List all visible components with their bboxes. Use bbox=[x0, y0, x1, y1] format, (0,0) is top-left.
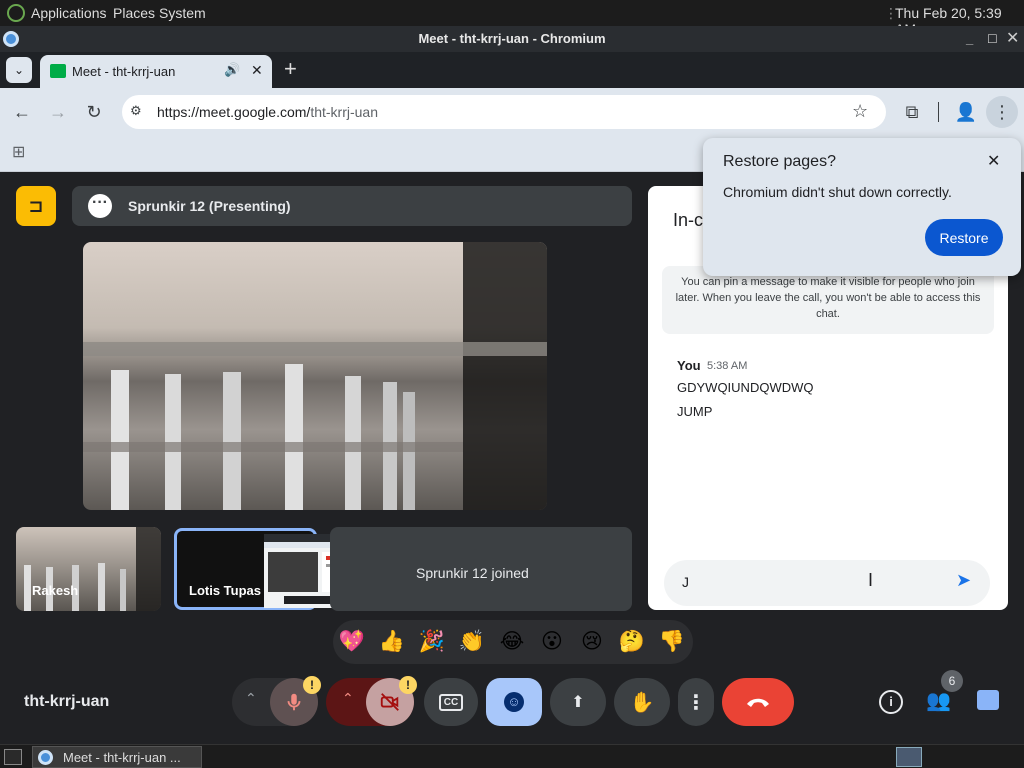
chat-input[interactable]: J I ➤ bbox=[664, 560, 990, 606]
close-window-icon[interactable]: ✕ bbox=[1006, 26, 1019, 52]
tab-title: Meet - tht-krrj-uan bbox=[72, 64, 176, 79]
task-label: Meet - tht-krrj-uan ... bbox=[63, 750, 181, 765]
reload-icon[interactable]: ↻ bbox=[82, 100, 106, 124]
reaction-sad[interactable]: 😢 bbox=[578, 628, 606, 656]
forward-icon[interactable]: → bbox=[46, 100, 70, 124]
tile-name: Rakesh bbox=[32, 583, 79, 598]
toolbar-divider bbox=[938, 102, 939, 122]
chat-message: JUMP bbox=[677, 404, 713, 419]
mic-options-chevron-icon[interactable]: ⌃ bbox=[245, 690, 257, 707]
url-text[interactable]: https://meet.google.com/tht-krrj-uan bbox=[157, 104, 378, 120]
desktop-taskbar: Meet - tht-krrj-uan ... bbox=[0, 744, 1024, 768]
url-host: https://meet.google.com/ bbox=[157, 104, 311, 120]
more-vert-icon: ⋮ bbox=[686, 691, 706, 714]
dialog-message: Chromium didn't shut down correctly. bbox=[723, 184, 952, 200]
maximize-icon[interactable]: ☐ bbox=[987, 26, 998, 52]
dialog-title: Restore pages? bbox=[723, 153, 836, 170]
joined-notice: Sprunkir 12 joined bbox=[416, 565, 529, 581]
leave-call-button[interactable] bbox=[722, 678, 794, 726]
end-call-icon bbox=[747, 698, 769, 707]
chat-timestamp: 5:38 AM bbox=[707, 360, 748, 372]
chat-info-box: You can pin a message to make it visible… bbox=[662, 266, 994, 334]
url-path: tht-krrj-uan bbox=[310, 104, 378, 120]
meeting-details-icon[interactable]: i bbox=[879, 690, 903, 714]
present-screen-icon: ⬆ bbox=[571, 694, 585, 711]
tab-audio-icon[interactable]: 🔊 bbox=[224, 62, 240, 78]
window-title: Meet - tht-krrj-uan - Chromium bbox=[418, 31, 606, 46]
desktop-top-panel: Applications Places System ⋮ Thu Feb 20,… bbox=[0, 0, 1024, 37]
chat-panel-title: In-c bbox=[673, 210, 704, 230]
reaction-clap[interactable]: 👏 bbox=[458, 628, 486, 656]
distro-logo-icon[interactable] bbox=[7, 4, 25, 22]
main-video bbox=[83, 242, 547, 510]
meeting-code: tht-krrj-uan bbox=[24, 693, 110, 710]
tab-strip: ⌄ Meet - tht-krrj-uan 🔊 ✕ + bbox=[0, 52, 1024, 88]
tile-video-art bbox=[24, 527, 161, 611]
people-count-badge: 6 bbox=[941, 670, 963, 692]
workspace-switcher[interactable] bbox=[896, 747, 922, 767]
camera-options-chevron-icon[interactable]: ⌃ bbox=[342, 690, 354, 707]
raise-hand-button[interactable]: ✋ bbox=[614, 678, 670, 726]
participant-tile-rakesh[interactable]: Rakesh bbox=[16, 527, 161, 611]
present-button[interactable]: ⬆ bbox=[550, 678, 606, 726]
mic-warning-icon: ! bbox=[303, 676, 321, 694]
chromium-task-icon bbox=[38, 750, 53, 765]
site-info-icon[interactable]: ⚙ bbox=[130, 103, 148, 121]
raise-hand-icon: ✋ bbox=[629, 691, 655, 714]
chat-info-text: You can pin a message to make it visible… bbox=[675, 276, 981, 320]
address-bar[interactable]: ⚙ https://meet.google.com/tht-krrj-uan ☆ bbox=[122, 95, 886, 129]
reaction-surprised[interactable]: 😮 bbox=[538, 628, 566, 656]
restore-pages-dialog: Restore pages? ✕ Chromium didn't shut do… bbox=[703, 138, 1021, 276]
chat-sender: You bbox=[677, 358, 701, 373]
profile-icon[interactable]: 👤 bbox=[952, 100, 980, 124]
mic-icon bbox=[287, 693, 301, 711]
tab-search-icon[interactable]: ⌄ bbox=[6, 57, 32, 83]
restore-button[interactable]: Restore bbox=[925, 219, 1003, 256]
dialog-close-icon[interactable]: ✕ bbox=[987, 151, 1000, 171]
captions-icon: CC bbox=[438, 693, 464, 711]
extensions-icon[interactable]: ⧉ bbox=[896, 100, 928, 124]
menu-system[interactable]: System bbox=[159, 5, 206, 21]
bookmark-star-icon[interactable]: ☆ bbox=[852, 101, 868, 122]
back-icon[interactable]: ← bbox=[10, 100, 34, 124]
reaction-thinking[interactable]: 🤔 bbox=[618, 628, 646, 656]
chat-input-value: J bbox=[682, 574, 689, 590]
video-frame-art bbox=[83, 242, 547, 510]
tile-name: Lotis Tupas bbox=[189, 583, 261, 598]
reaction-party[interactable]: 🎉 bbox=[418, 628, 446, 656]
reaction-laugh[interactable]: 😂 bbox=[498, 628, 526, 656]
reactions-button[interactable]: ☺ bbox=[486, 678, 542, 726]
chat-icon[interactable] bbox=[977, 690, 999, 710]
tab-meet[interactable]: Meet - tht-krrj-uan 🔊 ✕ bbox=[40, 55, 272, 88]
send-icon[interactable]: ➤ bbox=[956, 570, 971, 591]
chromium-window-icon bbox=[3, 31, 19, 47]
chat-message: GDYWQIUNDQWDWQ bbox=[677, 380, 814, 395]
presenter-bar: ··· Sprunkir 12 (Presenting) bbox=[72, 186, 632, 226]
people-icon[interactable]: 👥 bbox=[926, 688, 951, 713]
activities-door-icon[interactable]: ⊐ bbox=[16, 186, 56, 226]
minimize-icon[interactable]: _ bbox=[966, 26, 973, 52]
menu-applications[interactable]: Applications bbox=[31, 5, 107, 21]
apps-grid-icon[interactable]: ⊞ bbox=[12, 142, 25, 162]
new-tab-icon[interactable]: + bbox=[284, 56, 297, 82]
menu-places[interactable]: Places bbox=[113, 5, 155, 21]
reaction-thumbs-down[interactable]: 👎 bbox=[658, 628, 686, 656]
camera-off-icon bbox=[380, 693, 399, 711]
taskbar-task-meet[interactable]: Meet - tht-krrj-uan ... bbox=[32, 746, 202, 768]
window-titlebar: Meet - tht-krrj-uan - Chromium _ ☐ ✕ bbox=[0, 26, 1024, 52]
joined-notice-tile: Sprunkir 12 joined bbox=[330, 527, 632, 611]
presenter-label: Sprunkir 12 (Presenting) bbox=[128, 198, 291, 214]
more-options-button[interactable]: ⋮ bbox=[678, 678, 714, 726]
reaction-thumbs-up[interactable]: 👍 bbox=[378, 628, 406, 656]
presenter-more-icon[interactable]: ··· bbox=[88, 194, 112, 218]
meet-favicon-icon bbox=[50, 64, 66, 78]
text-cursor-icon: I bbox=[868, 570, 874, 590]
reaction-heart[interactable]: 💖 bbox=[338, 628, 366, 656]
emoji-smile-icon: ☺ bbox=[504, 692, 524, 712]
show-desktop-icon[interactable] bbox=[4, 749, 22, 765]
captions-button[interactable]: CC bbox=[424, 678, 478, 726]
browser-menu-icon[interactable]: ⋮ bbox=[986, 96, 1018, 128]
camera-warning-icon: ! bbox=[399, 676, 417, 694]
tab-close-icon[interactable]: ✕ bbox=[251, 62, 263, 79]
